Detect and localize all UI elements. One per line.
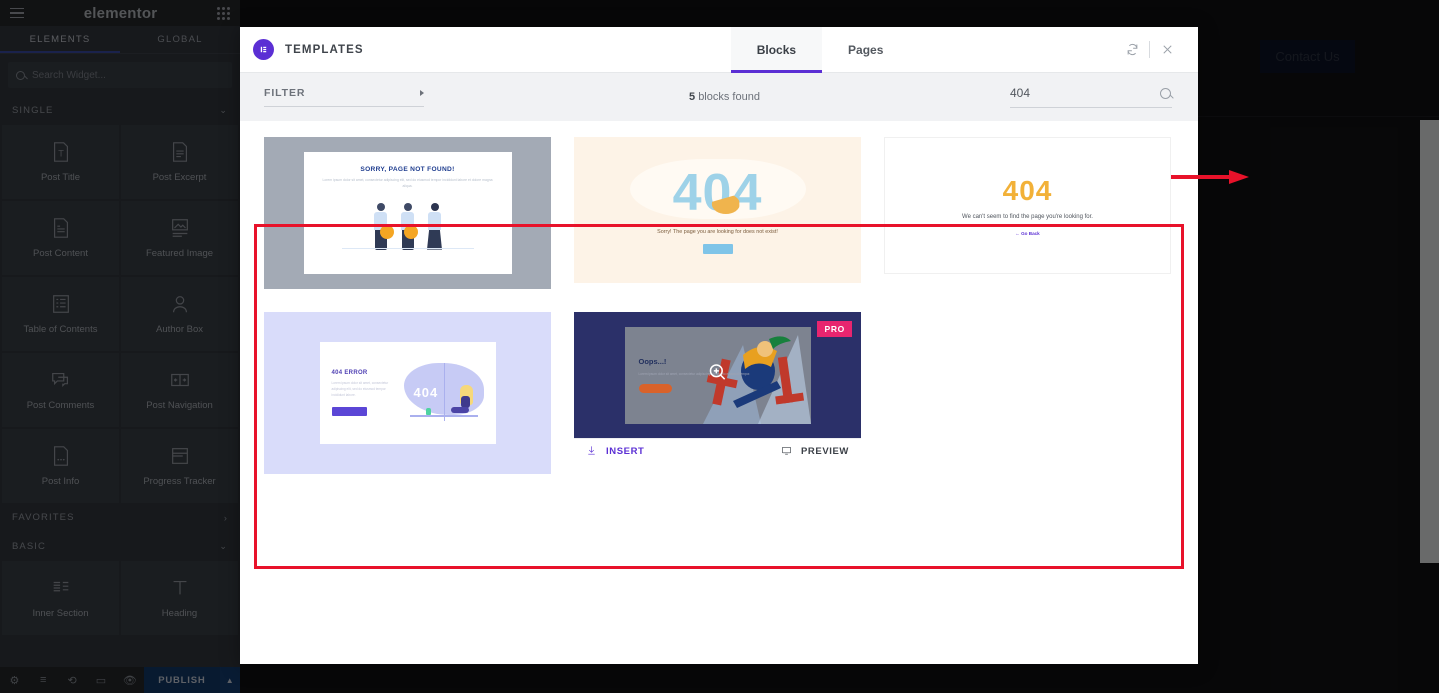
modal-tabs: Blocks Pages <box>730 27 910 73</box>
modal-header: TEMPLATES Blocks Pages <box>240 27 1198 73</box>
filter-dropdown[interactable]: FILTER <box>264 87 424 107</box>
illustration-404: 404 <box>403 357 484 429</box>
download-icon <box>586 445 597 459</box>
elementor-logo-icon <box>253 39 274 60</box>
template-card-pro[interactable]: PRO Oops...! Lorem ipsum dolor sit amet,… <box>574 312 861 474</box>
template-button <box>331 406 367 416</box>
template-card[interactable]: 404 We can't seem to find the page you'r… <box>884 137 1171 289</box>
search-input[interactable] <box>1010 86 1130 100</box>
template-heading: 404 ERROR <box>331 370 368 377</box>
template-grid: SORRY, PAGE NOT FOUND! Lorem ipsum dolor… <box>254 131 1184 474</box>
template-heading: Oops...! <box>638 356 667 366</box>
template-heading: 404 <box>1002 175 1053 206</box>
template-results: SORRY, PAGE NOT FOUND! Lorem ipsum dolor… <box>240 121 1198 664</box>
close-icon[interactable] <box>1150 42 1184 57</box>
modal-toolbar: FILTER 5 blocks found <box>240 73 1249 184</box>
template-body: We can't seem to find the page you're lo… <box>962 214 1093 220</box>
template-thumbnail[interactable]: 404 Sorry! The page you are looking for … <box>574 137 861 283</box>
modal-header-actions <box>1115 27 1198 72</box>
template-thumbnail[interactable]: SORRY, PAGE NOT FOUND! Lorem ipsum dolor… <box>264 137 551 289</box>
template-card[interactable]: SORRY, PAGE NOT FOUND! Lorem ipsum dolor… <box>264 137 551 289</box>
template-card[interactable]: 404 Sorry! The page you are looking for … <box>574 137 861 289</box>
filter-label: FILTER <box>264 87 306 99</box>
template-search-box[interactable] <box>1010 86 1172 108</box>
tab-blocks[interactable]: Blocks <box>730 27 823 73</box>
template-body: Lorem ipsum dolor sit amet, consectetur … <box>331 381 389 397</box>
pro-badge: PRO <box>817 321 852 337</box>
modal-brand: TEMPLATES <box>240 27 364 72</box>
caret-right-icon <box>420 90 424 96</box>
template-body: Lorem ipsum dolor sit amet, consectetur … <box>322 178 493 188</box>
monitor-icon <box>781 445 792 459</box>
template-heading: SORRY, PAGE NOT FOUND! <box>360 166 455 173</box>
tab-pages[interactable]: Pages <box>822 27 909 72</box>
template-card[interactable]: 404 ERROR Lorem ipsum dolor sit amet, co… <box>264 312 551 474</box>
insert-label: INSERT <box>606 446 645 457</box>
illustration-people <box>320 199 496 251</box>
template-thumbnail[interactable]: PRO Oops...! Lorem ipsum dolor sit amet,… <box>574 312 861 438</box>
results-count: 5 blocks found <box>689 91 760 103</box>
sync-refresh-icon[interactable] <box>1115 42 1149 57</box>
results-count-number: 5 <box>689 91 696 103</box>
zoom-in-icon[interactable] <box>708 363 728 388</box>
preview-label: PREVIEW <box>800 446 849 457</box>
modal-title: TEMPLATES <box>285 43 364 56</box>
template-button <box>702 243 733 254</box>
search-icon[interactable] <box>1160 87 1171 99</box>
template-link: ← Go Back <box>1015 231 1040 236</box>
illustration-number: 404 <box>413 385 439 400</box>
insert-button[interactable]: INSERT <box>586 445 644 459</box>
template-library-modal: TEMPLATES Blocks Pages FILTER 5 blocks f… <box>240 27 1249 664</box>
template-thumbnail[interactable]: 404 ERROR Lorem ipsum dolor sit amet, co… <box>264 312 551 474</box>
results-count-suffix: blocks found <box>698 91 760 103</box>
template-body: Lorem ipsum dolor sit amet, consectetur … <box>638 371 751 376</box>
template-button <box>638 384 672 394</box>
template-thumbnail[interactable]: 404 We can't seem to find the page you'r… <box>884 137 1171 274</box>
template-card-footer: INSERT PREVIEW <box>574 438 861 464</box>
template-body: Sorry! The page you are looking for does… <box>657 228 778 235</box>
preview-button[interactable]: PREVIEW <box>781 445 849 459</box>
